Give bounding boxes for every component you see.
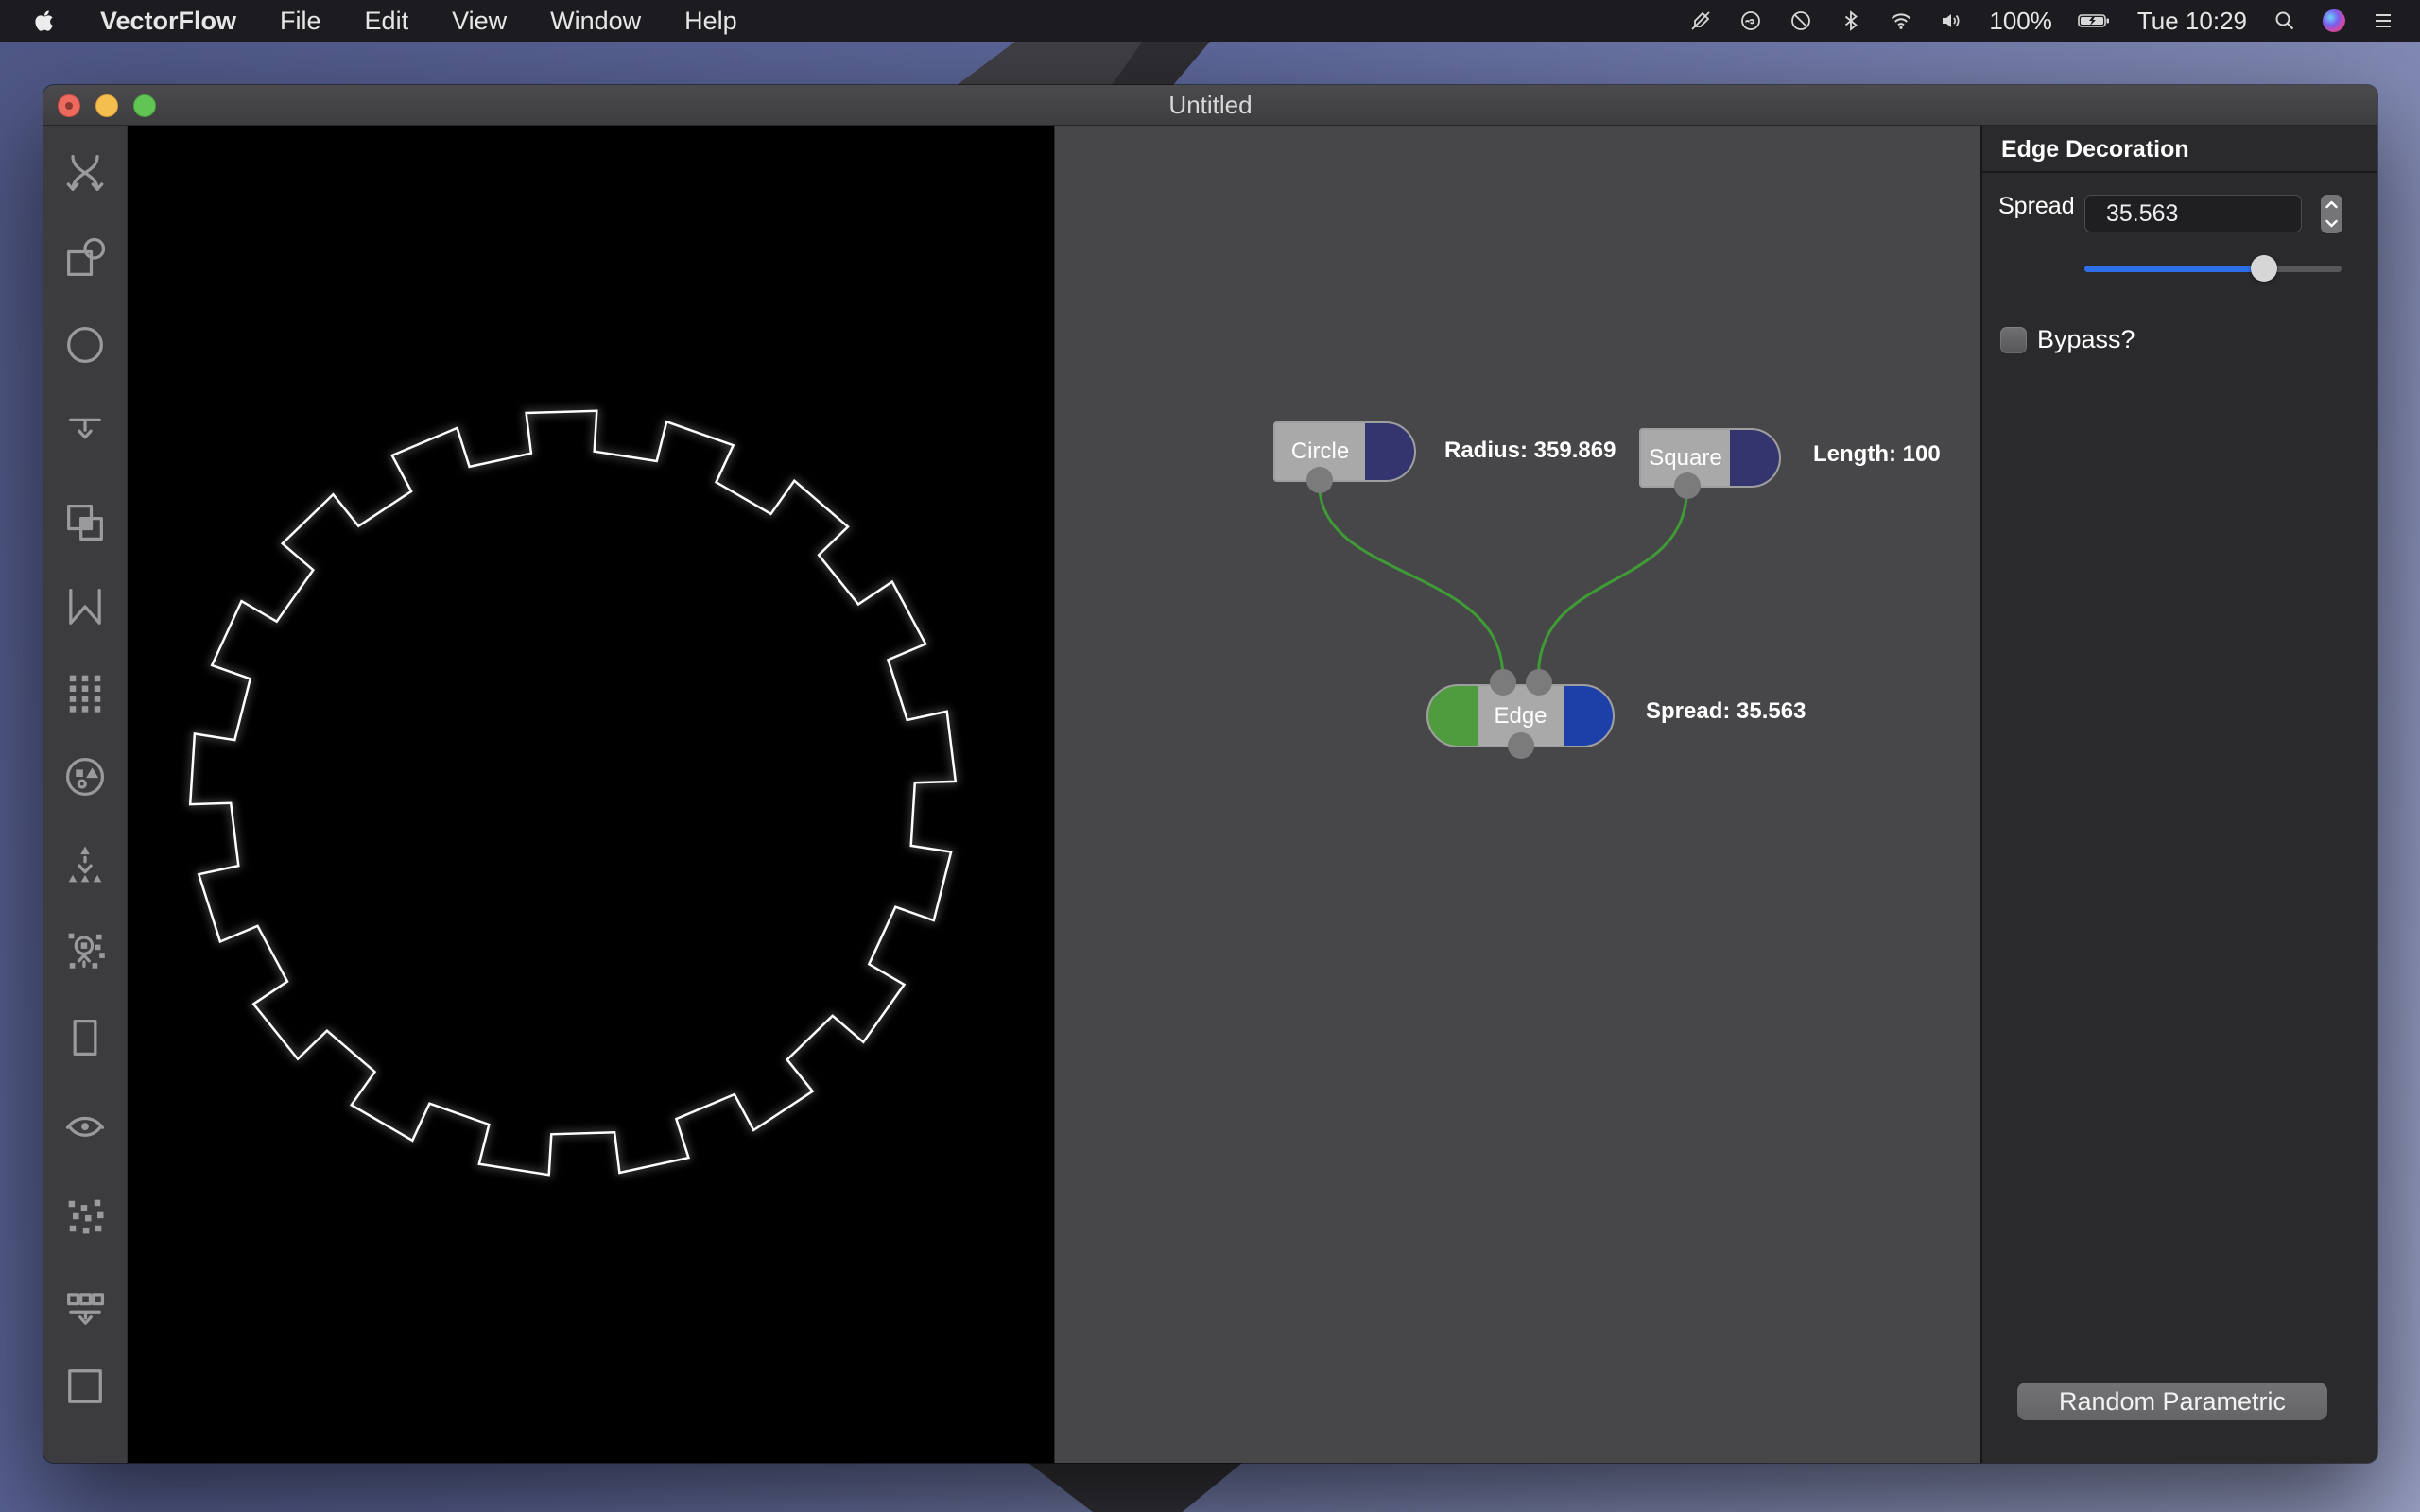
edge-input-port-2[interactable] <box>1526 669 1552 696</box>
menu-bar: VectorFlow File Edit View Window Help <box>0 0 2420 42</box>
toolbar-button-distribute-copies[interactable] <box>57 836 113 893</box>
render-canvas[interactable] <box>128 126 1054 1463</box>
insert-point-icon <box>60 404 110 453</box>
siri-icon[interactable] <box>2323 9 2345 32</box>
circle-shape-icon <box>60 320 110 369</box>
do-not-disturb-icon[interactable] <box>1789 9 1813 33</box>
menu-clock[interactable]: Tue 10:29 <box>2137 7 2247 36</box>
square-param-label: Length: 100 <box>1813 441 1941 468</box>
stepper-down-icon[interactable] <box>2321 215 2342 234</box>
wire-circle-to-edge[interactable] <box>1320 487 1503 672</box>
scatter-points-icon <box>60 1192 110 1241</box>
toolbar-button-bounds-square[interactable] <box>57 1358 113 1415</box>
node-edge-label: Edge <box>1494 703 1547 730</box>
toolbar-button-circle-shape[interactable] <box>57 317 113 373</box>
spread-label: Spread <box>1998 193 2075 220</box>
node-circle-label: Circle <box>1291 438 1349 465</box>
gather-points-icon <box>60 925 110 974</box>
toolbar-button-shape-collection[interactable] <box>57 748 113 805</box>
battery-icon <box>2078 9 2112 33</box>
app-window: Untitled <box>43 85 2377 1463</box>
inspector-title: Edge Decoration <box>2001 136 2189 163</box>
random-parametric-button[interactable]: Random Parametric <box>2017 1383 2327 1420</box>
wire-square-to-edge[interactable] <box>1538 492 1686 672</box>
grid-points-icon <box>60 667 110 716</box>
spread-stepper[interactable] <box>2321 195 2342 233</box>
union-shapes-icon <box>60 233 110 283</box>
zigzag-path-icon <box>60 582 110 631</box>
inspector-panel: Edge Decoration Spread Bypass? Random Pa… <box>1980 126 2377 1463</box>
notification-list-icon[interactable] <box>2371 9 2395 33</box>
toolbar-button-merge-collect[interactable] <box>57 1280 113 1337</box>
tool-sidebar <box>43 126 128 1463</box>
bypass-checkbox[interactable] <box>2000 327 2027 353</box>
toolbar-button-gather-points[interactable] <box>57 921 113 978</box>
node-circle-output-cap <box>1365 423 1414 480</box>
wallpaper-shape <box>1028 1463 1242 1512</box>
node-circle[interactable]: Circle <box>1273 421 1416 482</box>
visibility-eye-icon <box>60 1100 110 1149</box>
spread-slider[interactable] <box>2084 255 2342 282</box>
distribute-copies-icon <box>60 840 110 889</box>
shape-collection-icon <box>60 752 110 801</box>
bypass-label: Bypass? <box>2037 325 2135 354</box>
minimize-button[interactable] <box>95 94 118 117</box>
menu-help[interactable]: Help <box>684 7 737 36</box>
bounds-square-icon <box>60 1362 110 1411</box>
toolbar-button-visibility-eye[interactable] <box>57 1096 113 1153</box>
toolbar-button-scatter-points[interactable] <box>57 1188 113 1245</box>
duplicate-shapes-icon <box>60 498 110 547</box>
zoom-button[interactable] <box>133 94 156 117</box>
merge-collect-icon <box>60 1284 110 1333</box>
circle-output-port[interactable] <box>1306 467 1333 493</box>
window-title: Untitled <box>1168 91 1252 120</box>
frame-rect-icon <box>60 1013 110 1062</box>
toolbar-button-grid-points[interactable] <box>57 663 113 720</box>
square-output-port[interactable] <box>1674 472 1701 499</box>
volume-icon[interactable] <box>1939 9 1963 33</box>
toolbar-button-zigzag-path[interactable] <box>57 578 113 635</box>
gear-outline-shape <box>190 411 956 1175</box>
toolbar-button-insert-point[interactable] <box>57 400 113 456</box>
crossing-paths-icon <box>60 148 110 198</box>
toolbar-button-duplicate-shapes[interactable] <box>57 494 113 551</box>
spread-input[interactable] <box>2084 195 2302 232</box>
pen-slash-icon[interactable] <box>1688 9 1713 33</box>
menu-app-name[interactable]: VectorFlow <box>100 7 236 36</box>
close-button[interactable] <box>58 94 80 117</box>
edge-output-port[interactable] <box>1508 732 1534 759</box>
edge-param-label: Spread: 35.563 <box>1646 698 1806 725</box>
spotlight-search-icon[interactable] <box>2273 9 2297 33</box>
circle-param-label: Radius: 359.869 <box>1444 438 1616 464</box>
menu-window[interactable]: Window <box>550 7 641 36</box>
toolbar-button-frame-rect[interactable] <box>57 1009 113 1066</box>
divider <box>1982 171 2377 173</box>
slider-fill <box>2084 266 2264 272</box>
menu-edit[interactable]: Edit <box>365 7 409 36</box>
title-bar[interactable]: Untitled <box>43 85 2377 126</box>
node-square-label: Square <box>1649 445 1721 472</box>
edge-input-port-1[interactable] <box>1490 669 1516 696</box>
menu-file[interactable]: File <box>280 7 321 36</box>
stepper-up-icon[interactable] <box>2321 195 2342 215</box>
toolbar-button-crossing-paths[interactable] <box>57 145 113 201</box>
battery-percent: 100% <box>1989 7 2052 36</box>
node-graph-editor[interactable]: Circle Square Edge Radius: 359.869 Lengt… <box>1054 126 1980 1463</box>
node-square-output-cap <box>1730 430 1779 486</box>
apple-menu-icon[interactable] <box>32 9 57 33</box>
toolbar-button-union-shapes[interactable] <box>57 230 113 286</box>
menu-view[interactable]: View <box>452 7 507 36</box>
desktop: VectorFlow File Edit View Window Help <box>0 0 2420 1512</box>
bluetooth-icon[interactable] <box>1839 9 1863 33</box>
node-square[interactable]: Square <box>1639 428 1781 488</box>
node-edge-input-cap <box>1428 686 1478 746</box>
slider-knob[interactable] <box>2251 255 2277 282</box>
node-edge-output-cap <box>1564 686 1613 746</box>
wifi-icon[interactable] <box>1889 9 1913 33</box>
creative-cloud-icon[interactable] <box>1738 9 1763 33</box>
